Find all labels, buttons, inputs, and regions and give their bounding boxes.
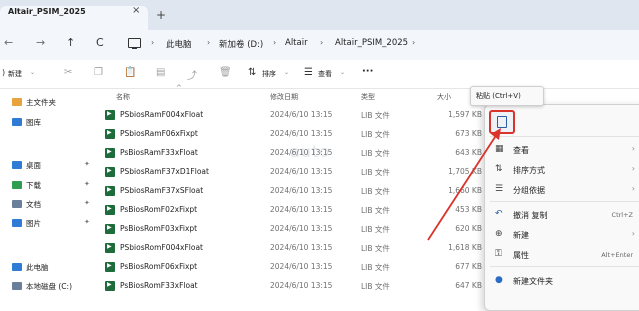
arrow-head <box>491 128 501 140</box>
arrow-shaft <box>427 133 498 241</box>
annotation-arrow <box>427 128 501 241</box>
